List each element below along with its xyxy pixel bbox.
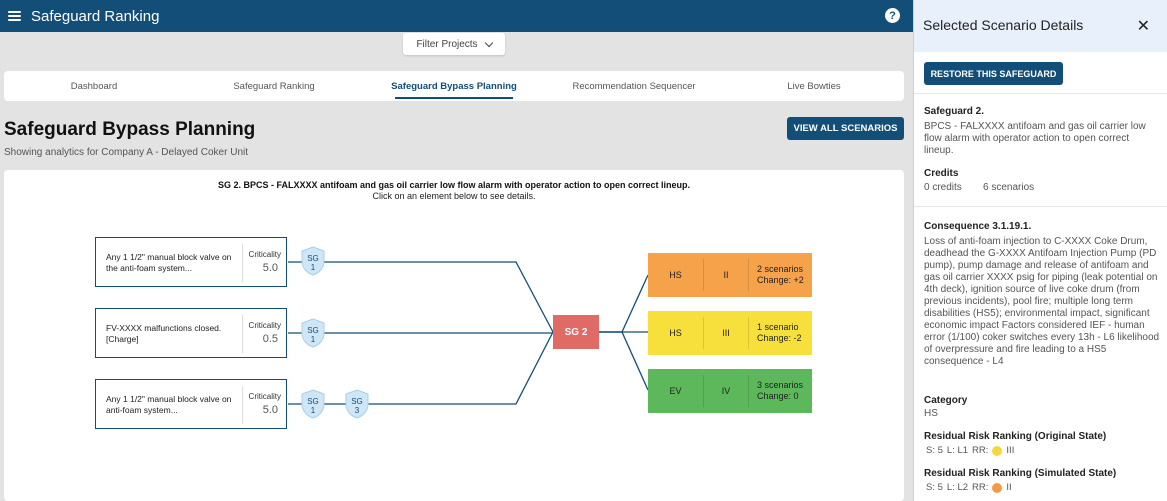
criticality-label: Criticality — [248, 392, 281, 401]
rr-label: RR: — [972, 482, 989, 493]
cause-box[interactable]: Any 1 1/2" manual block valve on the ant… — [95, 237, 287, 287]
criticality-block: Criticality 5.0 — [242, 386, 284, 424]
rr-original-label: Residual Risk Ranking (Original State) — [924, 431, 1107, 442]
safeguard-label: SG — [351, 397, 363, 406]
consequence-title: Consequence 3.1.19.1. — [924, 221, 1032, 232]
consequence-description: Loss of anti-foam injection to C-XXXX Co… — [924, 236, 1160, 367]
help-icon[interactable]: ? — [885, 8, 900, 23]
hamburger-menu-icon[interactable] — [8, 11, 21, 21]
consequence-change: Change: -2 — [757, 333, 802, 343]
scenario-details-panel: Selected Scenario Details ✕ RESTORE THIS… — [913, 0, 1167, 501]
cause-box[interactable]: Any 1 1/2" manual block valve on anti-fo… — [95, 379, 287, 429]
safeguard-number: 1 — [310, 263, 316, 272]
nav-tabs: Dashboard Safeguard Ranking Safeguard By… — [4, 71, 904, 101]
chevron-down-icon — [484, 38, 493, 47]
risk-dot-icon — [992, 482, 1003, 493]
risk-dot-icon — [992, 445, 1003, 456]
consequence-change: Change: +2 — [757, 275, 804, 285]
criticality-block: Criticality 5.0 — [242, 244, 284, 282]
consequence-scenarios: 3 scenarios — [757, 380, 804, 390]
divider — [914, 206, 1167, 207]
rr-simulated-label: Residual Risk Ranking (Simulated State) — [924, 468, 1117, 479]
filter-projects-button[interactable]: Filter Projects — [403, 33, 505, 55]
credits-value: 0 credits — [924, 182, 962, 193]
criticality-value: 5.0 — [262, 262, 278, 274]
consequence-category: HS — [669, 328, 682, 338]
cause-text: Any 1 1/2" manual block valve on the ant… — [106, 252, 232, 273]
safeguard-number: 1 — [310, 335, 316, 344]
rr-likelihood: L: L1 — [946, 445, 969, 456]
credits-label: Credits — [924, 168, 959, 179]
view-all-scenarios-button[interactable]: VIEW ALL SCENARIOS — [787, 117, 904, 140]
rr-original-row: S: 5 L: L1 RR: III — [926, 445, 1014, 456]
criticality-label: Criticality — [248, 250, 281, 259]
consequence-change: Change: 0 — [757, 391, 799, 401]
consequence-scenarios: 1 scenario — [757, 322, 799, 332]
criticality-value: 0.5 — [262, 333, 278, 345]
consequence-scenarios: 2 scenarios — [757, 264, 804, 274]
safeguard-description: BPCS - FALXXXX antifoam and gas oil carr… — [924, 121, 1146, 156]
diagram-title: SG 2. BPCS - FALXXXX antifoam and gas oi… — [217, 180, 691, 190]
safeguard-shield[interactable]: SG 3 — [345, 389, 369, 419]
tab-safeguard-ranking[interactable]: Safeguard Ranking — [184, 71, 364, 101]
cause-text: FV-XXXX malfunctions closed. [Charge] — [106, 323, 222, 344]
cause-text: Any 1 1/2" manual block valve on anti-fo… — [106, 394, 232, 415]
consequence-level: IV — [703, 375, 749, 407]
consequence-box[interactable]: HS II 2 scenarios Change: +2 — [648, 253, 812, 297]
cause-box[interactable]: FV-XXXX malfunctions closed. [Charge] Cr… — [95, 308, 287, 358]
panel-title: Selected Scenario Details — [923, 17, 1084, 33]
tab-safeguard-bypass-planning[interactable]: Safeguard Bypass Planning — [364, 71, 544, 101]
rr-value: III — [1006, 445, 1015, 456]
page-subtitle: Showing analytics for Company A - Delaye… — [4, 147, 249, 158]
rr-label: RR: — [972, 445, 989, 456]
category-value: HS — [924, 408, 938, 419]
safeguard-number: 1 — [310, 406, 316, 415]
safeguard-shield[interactable]: SG 1 — [301, 389, 325, 419]
consequence-category: HS — [669, 270, 682, 280]
consequence-category: EV — [669, 386, 682, 396]
rr-severity: S: 5 — [926, 445, 943, 456]
page-title: Safeguard Bypass Planning — [4, 119, 256, 140]
safeguard-shield[interactable]: SG 1 — [301, 318, 325, 348]
safeguard-title: Safeguard 2. — [924, 106, 985, 117]
rr-value: II — [1006, 482, 1012, 493]
safeguard-label: SG — [307, 254, 319, 263]
criticality-label: Criticality — [248, 321, 281, 330]
consequence-level: III — [703, 317, 749, 349]
tab-recommendation-sequencer[interactable]: Recommendation Sequencer — [544, 71, 724, 101]
consequence-box[interactable]: HS III 1 scenario Change: -2 — [648, 311, 812, 355]
diagram-subtitle: Click on an element below to see details… — [372, 191, 536, 201]
app-bar: Safeguard Ranking ? — [0, 0, 913, 32]
filter-projects-label: Filter Projects — [416, 38, 478, 50]
safeguard-shield[interactable]: SG 1 — [301, 246, 325, 276]
close-icon[interactable]: ✕ — [1137, 16, 1150, 36]
rr-severity: S: 5 — [926, 482, 943, 493]
divider — [914, 93, 1167, 94]
tab-dashboard[interactable]: Dashboard — [4, 71, 184, 101]
criticality-value: 5.0 — [262, 404, 278, 416]
restore-safeguard-button[interactable]: RESTORE THIS SAFEGUARD — [924, 62, 1063, 85]
panel-header: Selected Scenario Details ✕ — [914, 0, 1167, 52]
rr-simulated-row: S: 5 L: L2 RR: II — [926, 482, 1012, 493]
criticality-block: Criticality 0.5 — [242, 315, 284, 353]
category-label: Category — [924, 395, 968, 406]
consequence-level: II — [703, 259, 749, 291]
safeguard-label: SG — [307, 326, 319, 335]
safeguard-label: SG — [307, 397, 319, 406]
rr-likelihood: L: L2 — [946, 482, 969, 493]
safeguard-number: 3 — [354, 406, 360, 415]
app-title: Safeguard Ranking — [31, 7, 160, 25]
scenarios-count: 6 scenarios — [983, 182, 1035, 193]
tab-live-bowties[interactable]: Live Bowties — [724, 71, 904, 101]
center-safeguard-node[interactable]: SG 2 — [553, 315, 599, 349]
consequence-box[interactable]: EV IV 3 scenarios Change: 0 — [648, 369, 812, 413]
